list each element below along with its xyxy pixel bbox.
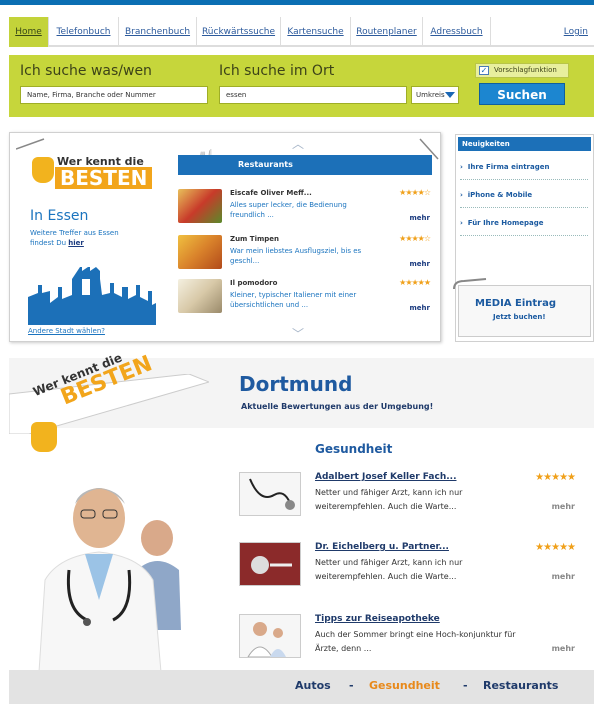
news-sidebar: Neuigkeiten › Ihre Firma eintragen › iPh…	[453, 134, 594, 342]
article-item[interactable]: Dr. Eichelberg u. Partner... ★★★★★ Nette…	[239, 542, 587, 604]
ad-city: Dortmund	[239, 372, 353, 396]
where-input[interactable]: essen	[219, 86, 407, 104]
rating-stars: ★★★★☆	[399, 188, 431, 197]
tab-telefonbuch[interactable]: Telefonbuch	[49, 17, 119, 47]
more-link[interactable]: mehr	[410, 260, 430, 268]
city-title: In Essen	[30, 208, 89, 224]
stethoscope-icon	[239, 472, 301, 516]
tab-rueckwaertssuche[interactable]: Rückwärtssuche	[197, 17, 281, 47]
what-input[interactable]: Name, Firma, Branche oder Nummer	[20, 86, 208, 104]
pin-icon	[16, 138, 45, 150]
article-item[interactable]: Adalbert Josef Keller Fach... ★★★★★ Nett…	[239, 472, 587, 534]
item-desc: War mein liebstes Ausflugsziel, bis es g…	[230, 247, 362, 265]
item-name[interactable]: Zum Timpen	[230, 235, 279, 243]
item-desc: Kleiner, typischer Italiener mit einer ü…	[230, 291, 357, 309]
article-title[interactable]: Adalbert Josef Keller Fach...	[315, 472, 457, 482]
list-item[interactable]: Eiscafe Oliver Meff... ★★★★☆ Alles super…	[178, 188, 432, 237]
category-separator: -	[463, 679, 468, 692]
item-name[interactable]: Il pomodoro	[230, 279, 277, 287]
dortmund-ad: Wer kennt die BESTEN Dortmund Aktuelle B…	[9, 351, 594, 704]
restaurant-image	[178, 279, 222, 313]
news-title: Neuigkeiten	[458, 137, 591, 151]
rating-stars: ★★★★★	[535, 472, 576, 483]
more-link[interactable]: mehr	[410, 214, 430, 222]
tab-kartensuche[interactable]: Kartensuche	[281, 17, 351, 47]
thumbs-up-icon	[32, 157, 54, 183]
best-of-widget: Wer kennt die BESTEN In Essen Weitere Tr…	[9, 132, 441, 342]
nav-tabs: Home Telefonbuch Branchenbuch Rückwärtss…	[9, 17, 594, 47]
more-hits-link[interactable]: hier	[68, 239, 84, 247]
more-link[interactable]: mehr	[552, 644, 575, 653]
login-link[interactable]: Login	[564, 27, 588, 37]
more-hits-text: Weitere Treffer aus Essen findest Du hie…	[30, 229, 119, 247]
media-entry-card[interactable]: MEDIA Eintrag Jetzt buchen!	[458, 285, 591, 337]
where-label: Ich suche im Ort	[219, 63, 335, 79]
thumbs-up-icon	[31, 422, 57, 452]
article-title[interactable]: Tipps zur Reiseapotheke	[315, 614, 440, 624]
media-title: MEDIA Eintrag	[475, 298, 557, 309]
category-restaurants[interactable]: Restaurants	[483, 679, 558, 692]
rating-stars: ★★★★★	[399, 278, 431, 287]
suggest-label: Vorschlagfunktion	[494, 66, 557, 74]
section-title: Gesundheit	[315, 442, 393, 456]
stethoscope-image	[239, 542, 301, 586]
category-bar: Restaurants	[178, 155, 432, 175]
search-panel: Ich suche was/wen Ich suche im Ort Name,…	[9, 55, 594, 117]
more-link[interactable]: mehr	[552, 572, 575, 581]
category-separator: -	[349, 679, 354, 692]
article-text: Auch der Sommer bringt eine Hoch-konjunk…	[315, 630, 516, 653]
article-text: Netter und fähiger Arzt, kann ich nur we…	[315, 558, 463, 581]
chevron-down-icon	[445, 92, 455, 98]
article-text: Netter und fähiger Arzt, kann ich nur we…	[315, 488, 463, 511]
radius-select[interactable]: Umkreis	[411, 86, 459, 104]
what-label: Ich suche was/wen	[20, 63, 152, 79]
tab-branchenbuch[interactable]: Branchenbuch	[119, 17, 197, 47]
article-title[interactable]: Dr. Eichelberg u. Partner...	[315, 542, 449, 552]
news-item[interactable]: › Ihre Firma eintragen	[460, 163, 588, 180]
tab-routenplaner[interactable]: Routenplaner	[351, 17, 423, 47]
list-item[interactable]: Il pomodoro ★★★★★ Kleiner, typischer Ita…	[178, 278, 432, 327]
chevron-up-icon[interactable]: ︿	[292, 135, 304, 152]
item-name[interactable]: Eiscafe Oliver Meff...	[230, 189, 312, 197]
change-city-link[interactable]: Andere Stadt wählen?	[28, 327, 105, 335]
category-gesundheit[interactable]: Gesundheit	[369, 679, 440, 692]
checkbox-icon[interactable]: ✓	[479, 66, 489, 75]
news-item[interactable]: › iPhone & Mobile	[460, 191, 588, 208]
list-item[interactable]: Zum Timpen ★★★★☆ War mein liebstes Ausfl…	[178, 234, 432, 283]
ad-subtitle: Aktuelle Bewertungen aus der Umgebung!	[241, 402, 434, 411]
pharmacy-image	[239, 614, 301, 658]
category-bar: Autos - Gesundheit - Restaurants	[9, 670, 594, 704]
top-navigation: Home Telefonbuch Branchenbuch Rückwärtss…	[0, 0, 594, 47]
article-item[interactable]: Tipps zur Reiseapotheke Auch der Sommer …	[239, 614, 587, 676]
radius-label: Umkreis	[416, 91, 445, 99]
rating-stars: ★★★★☆	[399, 234, 431, 243]
item-desc: Alles super lecker, die Bedienung freund…	[230, 201, 347, 219]
search-button[interactable]: Suchen	[479, 83, 565, 105]
doctor-image	[38, 488, 181, 672]
restaurant-image	[178, 235, 222, 269]
news-item[interactable]: › Für Ihre Homepage	[460, 219, 588, 236]
rating-stars: ★★★★★	[535, 542, 576, 553]
chevron-down-icon[interactable]: ﹀	[292, 325, 304, 342]
restaurant-image	[178, 189, 222, 223]
logo-line2: BESTEN	[55, 167, 153, 189]
media-subtitle: Jetzt buchen!	[493, 313, 546, 321]
city-skyline-icon	[28, 267, 156, 325]
category-autos[interactable]: Autos	[295, 679, 331, 692]
more-link[interactable]: mehr	[552, 502, 575, 511]
more-link[interactable]: mehr	[410, 304, 430, 312]
suggest-toggle[interactable]: ✓ Vorschlagfunktion	[475, 63, 569, 78]
tab-adressbuch[interactable]: Adressbuch	[423, 17, 491, 47]
tab-home[interactable]: Home	[9, 17, 49, 47]
